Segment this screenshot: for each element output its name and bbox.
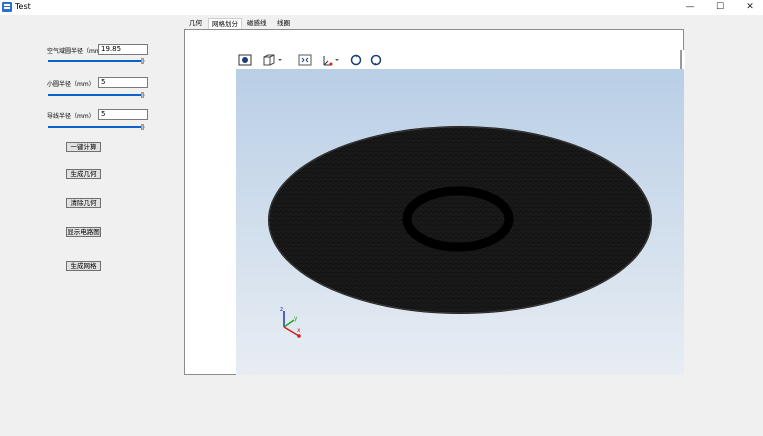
maximize-button[interactable]: ☐ xyxy=(705,0,735,15)
wire-radius-input[interactable]: 5 xyxy=(98,109,148,120)
fit-view-icon[interactable] xyxy=(298,54,312,66)
air-domain-radius-slider[interactable] xyxy=(48,58,145,64)
camera-icon[interactable] xyxy=(238,54,252,66)
title-bar: Test — ☐ ✕ xyxy=(0,0,763,15)
axis-triad-icon: z y x xyxy=(280,306,301,338)
view-frame: z y x xyxy=(184,29,685,375)
rotate-right-icon[interactable] xyxy=(369,54,383,66)
generate-geometry-button[interactable]: 生成几何 xyxy=(66,169,101,179)
small-circle-radius-slider[interactable] xyxy=(48,92,145,98)
tab-meshing[interactable]: 网格划分 xyxy=(208,18,242,29)
parameter-panel: 空气域圆半径（mm） 19.85 小圆半径（mm） 5 导线半径（mm） 5 一… xyxy=(0,15,180,436)
minimize-button[interactable]: — xyxy=(675,0,705,15)
mesh-view: z y x xyxy=(268,126,652,338)
rotate-left-icon[interactable] xyxy=(349,54,363,66)
viewer-toolbar xyxy=(236,50,685,69)
air-domain-radius-input[interactable]: 19.85 xyxy=(98,44,148,55)
small-circle-radius-label: 小圆半径（mm） xyxy=(47,81,95,88)
wire-radius-label: 导线半径（mm） xyxy=(47,113,95,120)
small-circle-radius-input[interactable]: 5 xyxy=(98,77,148,88)
app-icon xyxy=(2,2,12,12)
wire-radius-slider[interactable] xyxy=(48,124,145,130)
close-button[interactable]: ✕ xyxy=(735,0,763,15)
tab-coil[interactable]: 线圈 xyxy=(274,18,293,28)
axis-z-label: z xyxy=(280,306,283,313)
axis-x-label: x xyxy=(297,327,301,334)
mesh-disk xyxy=(268,126,652,314)
axis-orient-icon[interactable] xyxy=(321,54,341,66)
cube-view-icon[interactable] xyxy=(262,54,284,66)
axis-y-label: y xyxy=(294,315,298,322)
clear-geometry-button[interactable]: 清除几何 xyxy=(66,198,101,208)
tab-field-lines[interactable]: 磁感线 xyxy=(244,18,270,28)
tab-geometry[interactable]: 几何 xyxy=(186,18,205,28)
3d-viewport[interactable]: z y x xyxy=(236,69,684,375)
window-title: Test xyxy=(15,2,31,11)
generate-mesh-button[interactable]: 生成网格 xyxy=(66,261,101,271)
show-circuit-button[interactable]: 显示电路图 xyxy=(66,227,101,237)
one-click-compute-button[interactable]: 一键计算 xyxy=(66,142,101,152)
